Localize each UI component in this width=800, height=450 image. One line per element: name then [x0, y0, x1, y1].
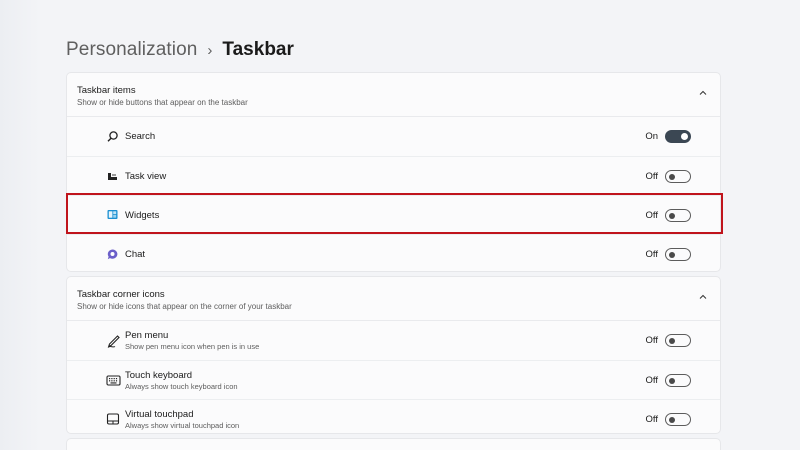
touch-keyboard-label: Touch keyboard	[125, 370, 193, 381]
corner-item-pen-menu: Pen menu Show pen menu icon when pen is …	[67, 321, 720, 360]
taskbar-item-search: Search On	[67, 117, 720, 156]
chat-state: Off	[645, 249, 659, 260]
taskbar-item-task-view: Task view Off	[67, 156, 720, 195]
touch-keyboard-state: Off	[645, 375, 659, 386]
breadcrumb-chevron-icon: ›	[207, 41, 213, 59]
taskbar-corner-icons-section: Taskbar corner icons Show or hide icons …	[66, 276, 721, 434]
section-title: Taskbar corner icons	[77, 289, 165, 300]
breadcrumb-personalization[interactable]: Personalization	[66, 39, 197, 61]
search-state: On	[645, 131, 658, 142]
task-view-state: Off	[645, 171, 659, 182]
widgets-toggle[interactable]	[665, 209, 691, 222]
breadcrumb: Personalization › Taskbar	[66, 37, 294, 63]
taskbar-items-header[interactable]: Taskbar items Show or hide buttons that …	[67, 73, 720, 117]
chat-toggle[interactable]	[665, 248, 691, 261]
taskbar-items-section: Taskbar items Show or hide buttons that …	[66, 72, 721, 272]
search-icon	[107, 131, 118, 142]
touchpad-icon	[106, 413, 120, 425]
task-view-icon	[108, 173, 117, 180]
search-toggle[interactable]	[665, 130, 691, 143]
virtual-touchpad-state: Off	[645, 414, 659, 425]
taskbar-item-chat: Chat Off	[67, 234, 720, 273]
chevron-up-icon[interactable]	[698, 88, 708, 98]
task-view-label: Task view	[125, 171, 167, 182]
corner-item-touch-keyboard: Touch keyboard Always show touch keyboar…	[67, 360, 720, 399]
pen-menu-state: Off	[645, 335, 659, 346]
section-subtitle: Show or hide buttons that appear on the …	[77, 98, 248, 107]
search-label: Search	[125, 131, 156, 142]
virtual-touchpad-toggle[interactable]	[665, 413, 691, 426]
virtual-touchpad-label: Virtual touchpad	[125, 409, 194, 420]
touch-keyboard-toggle[interactable]	[665, 374, 691, 387]
taskbar-item-widgets: Widgets Off	[67, 195, 720, 234]
virtual-touchpad-description: Always show virtual touchpad icon	[125, 421, 240, 430]
pen-icon	[107, 335, 120, 348]
section-subtitle: Show or hide icons that appear on the co…	[77, 302, 292, 311]
widgets-icon	[107, 210, 118, 219]
keyboard-icon	[106, 375, 121, 386]
chevron-up-icon[interactable]	[698, 292, 708, 302]
page-title: Taskbar	[222, 39, 294, 60]
next-section-card	[66, 438, 721, 450]
corner-item-virtual-touchpad: Virtual touchpad Always show virtual tou…	[67, 399, 720, 438]
chat-label: Chat	[125, 249, 146, 260]
widgets-label: Widgets	[125, 210, 160, 221]
pen-menu-label: Pen menu	[125, 330, 169, 341]
widgets-state: Off	[645, 210, 659, 221]
pen-menu-toggle[interactable]	[665, 334, 691, 347]
taskbar-corner-icons-header[interactable]: Taskbar corner icons Show or hide icons …	[67, 277, 720, 321]
section-title: Taskbar items	[77, 85, 136, 96]
pen-menu-description: Show pen menu icon when pen is in use	[125, 342, 260, 351]
touch-keyboard-description: Always show touch keyboard icon	[125, 382, 238, 391]
window-edge	[0, 0, 40, 450]
task-view-toggle[interactable]	[665, 170, 691, 183]
chat-icon	[107, 249, 118, 260]
